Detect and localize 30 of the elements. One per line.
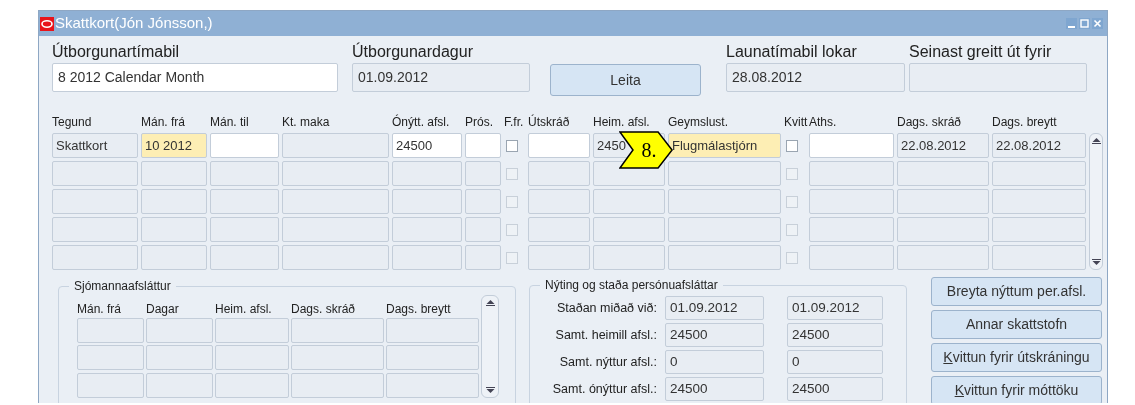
field-label: Útborgunartímabil — [52, 42, 181, 62]
column-header: Aths. — [809, 114, 838, 130]
column-header: Ónýtt. afsl. — [392, 114, 451, 130]
column-header: Útskráð — [528, 114, 571, 130]
window-title: Skattkort(Jón Jónsson,) — [55, 13, 213, 34]
column-header: Dagar — [146, 301, 180, 315]
column-header: Heim. afsl. — [215, 301, 273, 315]
field-label: Útborgunardagur — [352, 42, 474, 62]
field-label: Seinast greitt út fyrir — [909, 42, 1053, 62]
panel-title: Nýting og staða persónuafsláttar — [540, 277, 723, 293]
column-header: Prós. — [465, 114, 494, 130]
field-label: Samt. nýttur afsl.: — [558, 353, 658, 371]
panel-title: Sjómannaafsláttur — [69, 278, 176, 294]
column-header: Mán. frá — [141, 114, 186, 130]
column-header: Mán. til — [210, 114, 250, 130]
column-header: Dags. skráð — [291, 301, 357, 315]
field-label: Staðan miðað við: — [555, 299, 658, 317]
column-header: Tegund — [52, 114, 93, 130]
column-header: Geymslust. — [668, 114, 729, 130]
column-header: Kt. maka — [282, 114, 331, 130]
column-header: Kvitt — [784, 114, 809, 130]
column-header: Dags. breytt — [386, 301, 452, 315]
field-label: Samt. heimill afsl.: — [554, 326, 658, 344]
field-label: Samt. ónýttur afsl.: — [551, 380, 658, 398]
column-header: Mán. frá — [77, 301, 122, 315]
column-header: F.fr. — [504, 114, 525, 130]
column-header: Dags. skráð — [897, 114, 963, 130]
column-header: Heim. afsl. — [593, 114, 651, 130]
field-label: Launatímabil lokar — [726, 42, 858, 62]
column-header: Dags. breytt — [992, 114, 1058, 130]
